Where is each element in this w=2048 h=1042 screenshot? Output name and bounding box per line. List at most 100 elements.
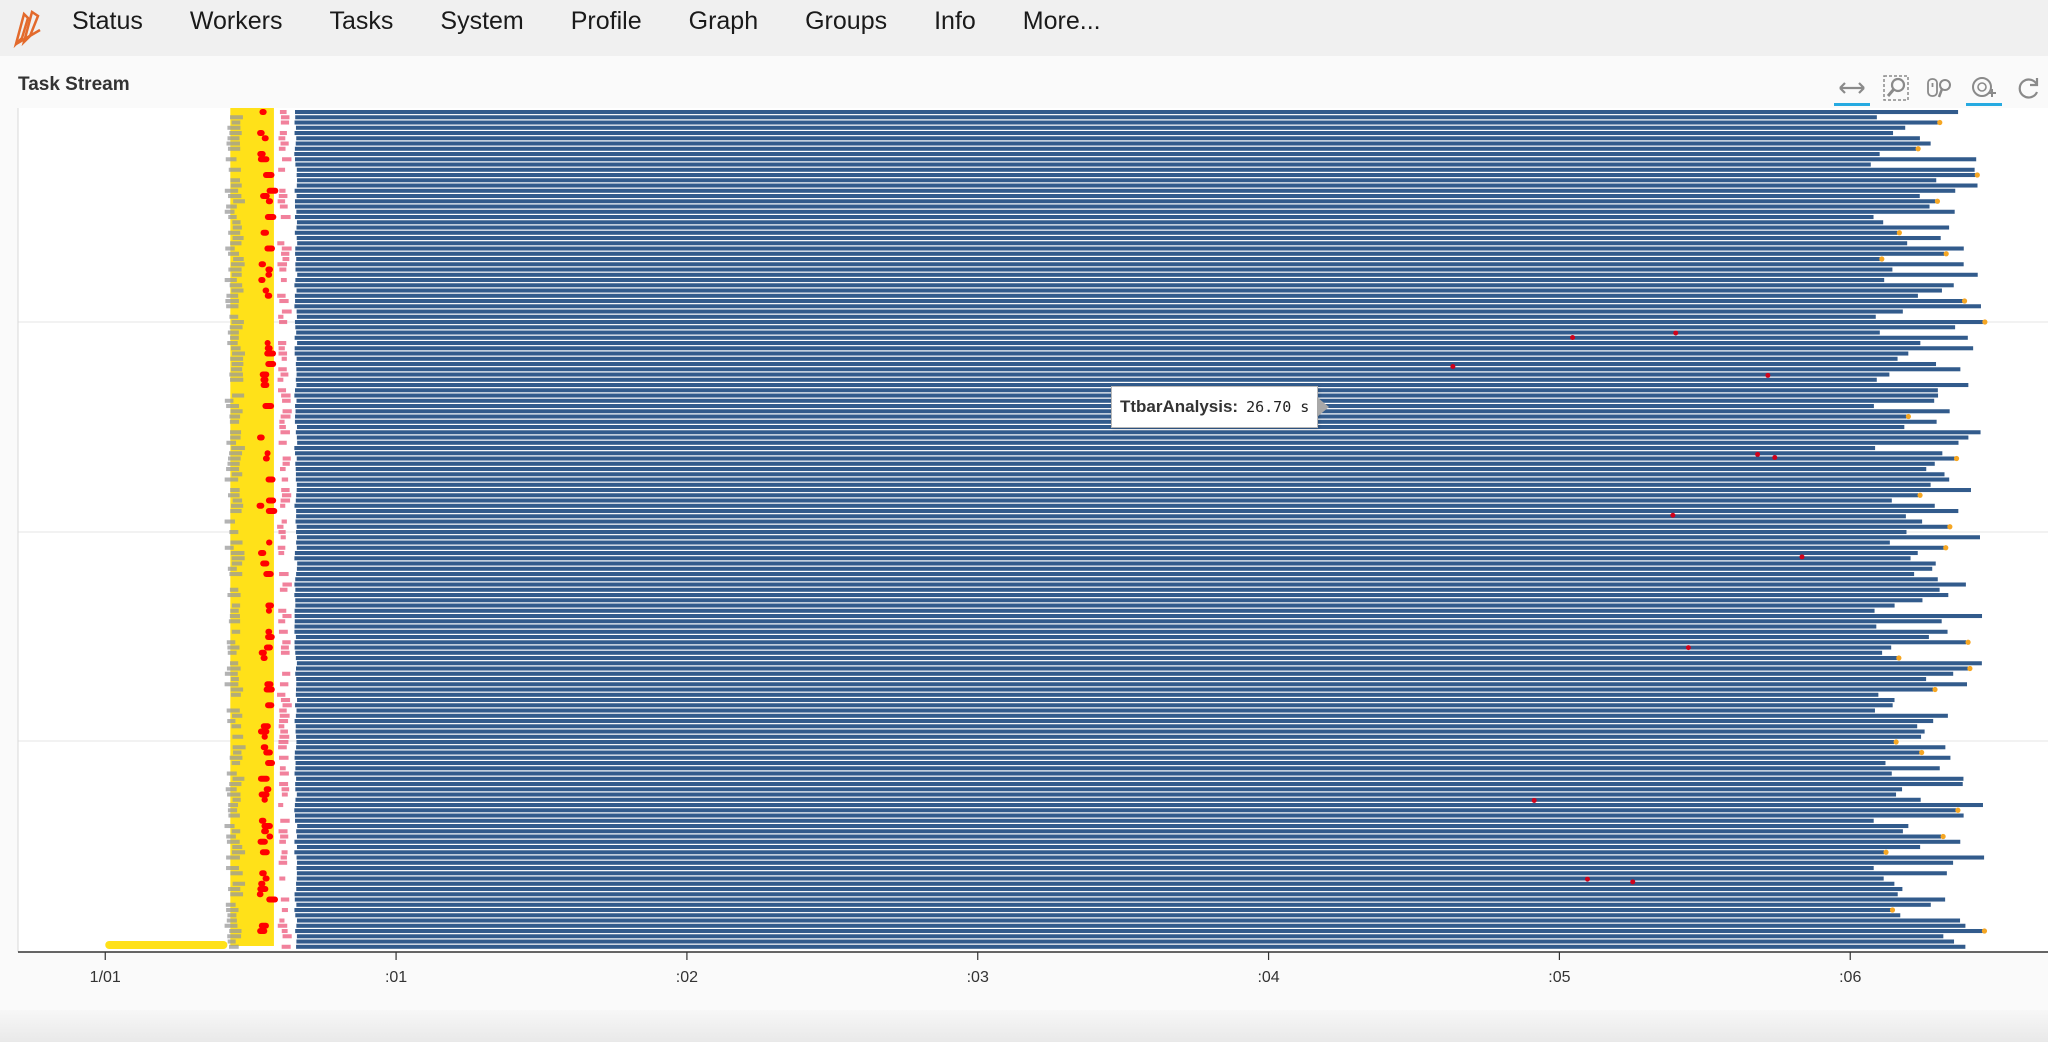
task-transfer [281,792,288,797]
task-transfer [278,745,287,750]
task-main [295,671,1954,676]
task-main [296,792,1897,797]
task-gray [224,209,235,214]
task-gray [228,251,240,256]
task-gray [226,771,237,776]
task-main [296,493,1919,498]
task-gray [230,356,244,361]
task-gray [232,881,246,886]
task-transfer [280,535,286,540]
task-gray [233,199,245,204]
task-gray [230,435,241,440]
task-orange [1896,655,1902,661]
task-transfer [277,692,286,697]
task-transfer [281,908,288,913]
task-main [297,440,1959,445]
task-main [295,603,1895,608]
task-main [295,598,1923,603]
task-gray [227,913,237,918]
task-red [257,775,270,782]
task-main [294,335,1968,340]
task-red [260,382,270,389]
task-gray [227,650,237,655]
task-main [294,146,1917,151]
task-main [296,829,1903,834]
task-transfer [281,850,288,855]
task-main [295,299,1963,304]
task-gray [228,267,242,272]
task-gray [229,755,243,760]
task-red [266,833,274,840]
task-transfer [280,834,289,839]
task-main [294,346,1974,351]
task-red [260,744,269,751]
task-red [258,277,266,284]
task-main [296,834,1942,839]
task-gray [232,845,243,850]
task-gray [232,797,241,802]
task-gray [231,561,243,566]
task-gray [230,677,239,682]
task-red [261,823,273,830]
task-orange [1943,545,1949,551]
task-gray [229,325,243,330]
task-gray [232,498,243,503]
task-transfer [280,897,290,902]
task-gray [230,488,240,493]
task-main [296,566,1933,571]
task-main [296,682,1968,687]
hover-tooltip: TtbarAnalysis: 26.70 s [1111,386,1330,428]
task-gray [227,939,236,944]
task-red [257,550,267,557]
task-transfer [282,456,291,461]
task-main [294,188,1956,193]
task-main [296,887,1903,892]
task-red [265,628,273,635]
task-gray [226,918,237,923]
task-main [295,703,1893,708]
task-red [261,796,268,803]
task-red [256,891,264,898]
task-red [260,723,271,730]
task-red [265,476,276,483]
task-red [257,928,268,935]
task-gray [228,167,241,172]
task-main [295,766,1940,771]
x-tick-label: :06 [1839,969,1861,986]
task-red [262,403,275,410]
task-transfer [277,377,284,382]
task-red [258,649,267,656]
task-red [260,560,270,567]
task-transfer [279,204,288,209]
task-red-speck [1584,876,1590,882]
task-red [263,571,274,578]
task-main [295,913,1901,918]
task-main [296,488,1971,493]
task-transfer [280,215,291,220]
task-transfer [281,246,292,251]
tooltip-label: TtbarAnalysis: [1120,397,1239,416]
task-main [294,293,1918,298]
task-red [263,644,273,651]
task-gray [227,934,242,939]
task-main [295,929,1983,934]
task-red [265,602,274,609]
task-main [296,136,1920,141]
task-red [260,193,270,200]
task-gray [232,713,243,718]
task-red-speck [1673,330,1679,336]
task-red [263,786,272,793]
task-orange [1883,849,1889,855]
task-red [264,245,275,252]
task-stream-chart[interactable]: 1/01:01:02:03:04:05:06 [0,0,2048,1010]
task-gray [229,929,242,934]
task-main [296,881,1895,886]
task-gray [227,792,241,797]
task-orange [1953,455,1960,462]
task-gray [224,477,239,482]
task-main [294,204,1930,209]
task-transfer [279,188,286,193]
task-gray [232,225,242,230]
task-gray [226,640,236,645]
task-transfer [282,157,292,162]
